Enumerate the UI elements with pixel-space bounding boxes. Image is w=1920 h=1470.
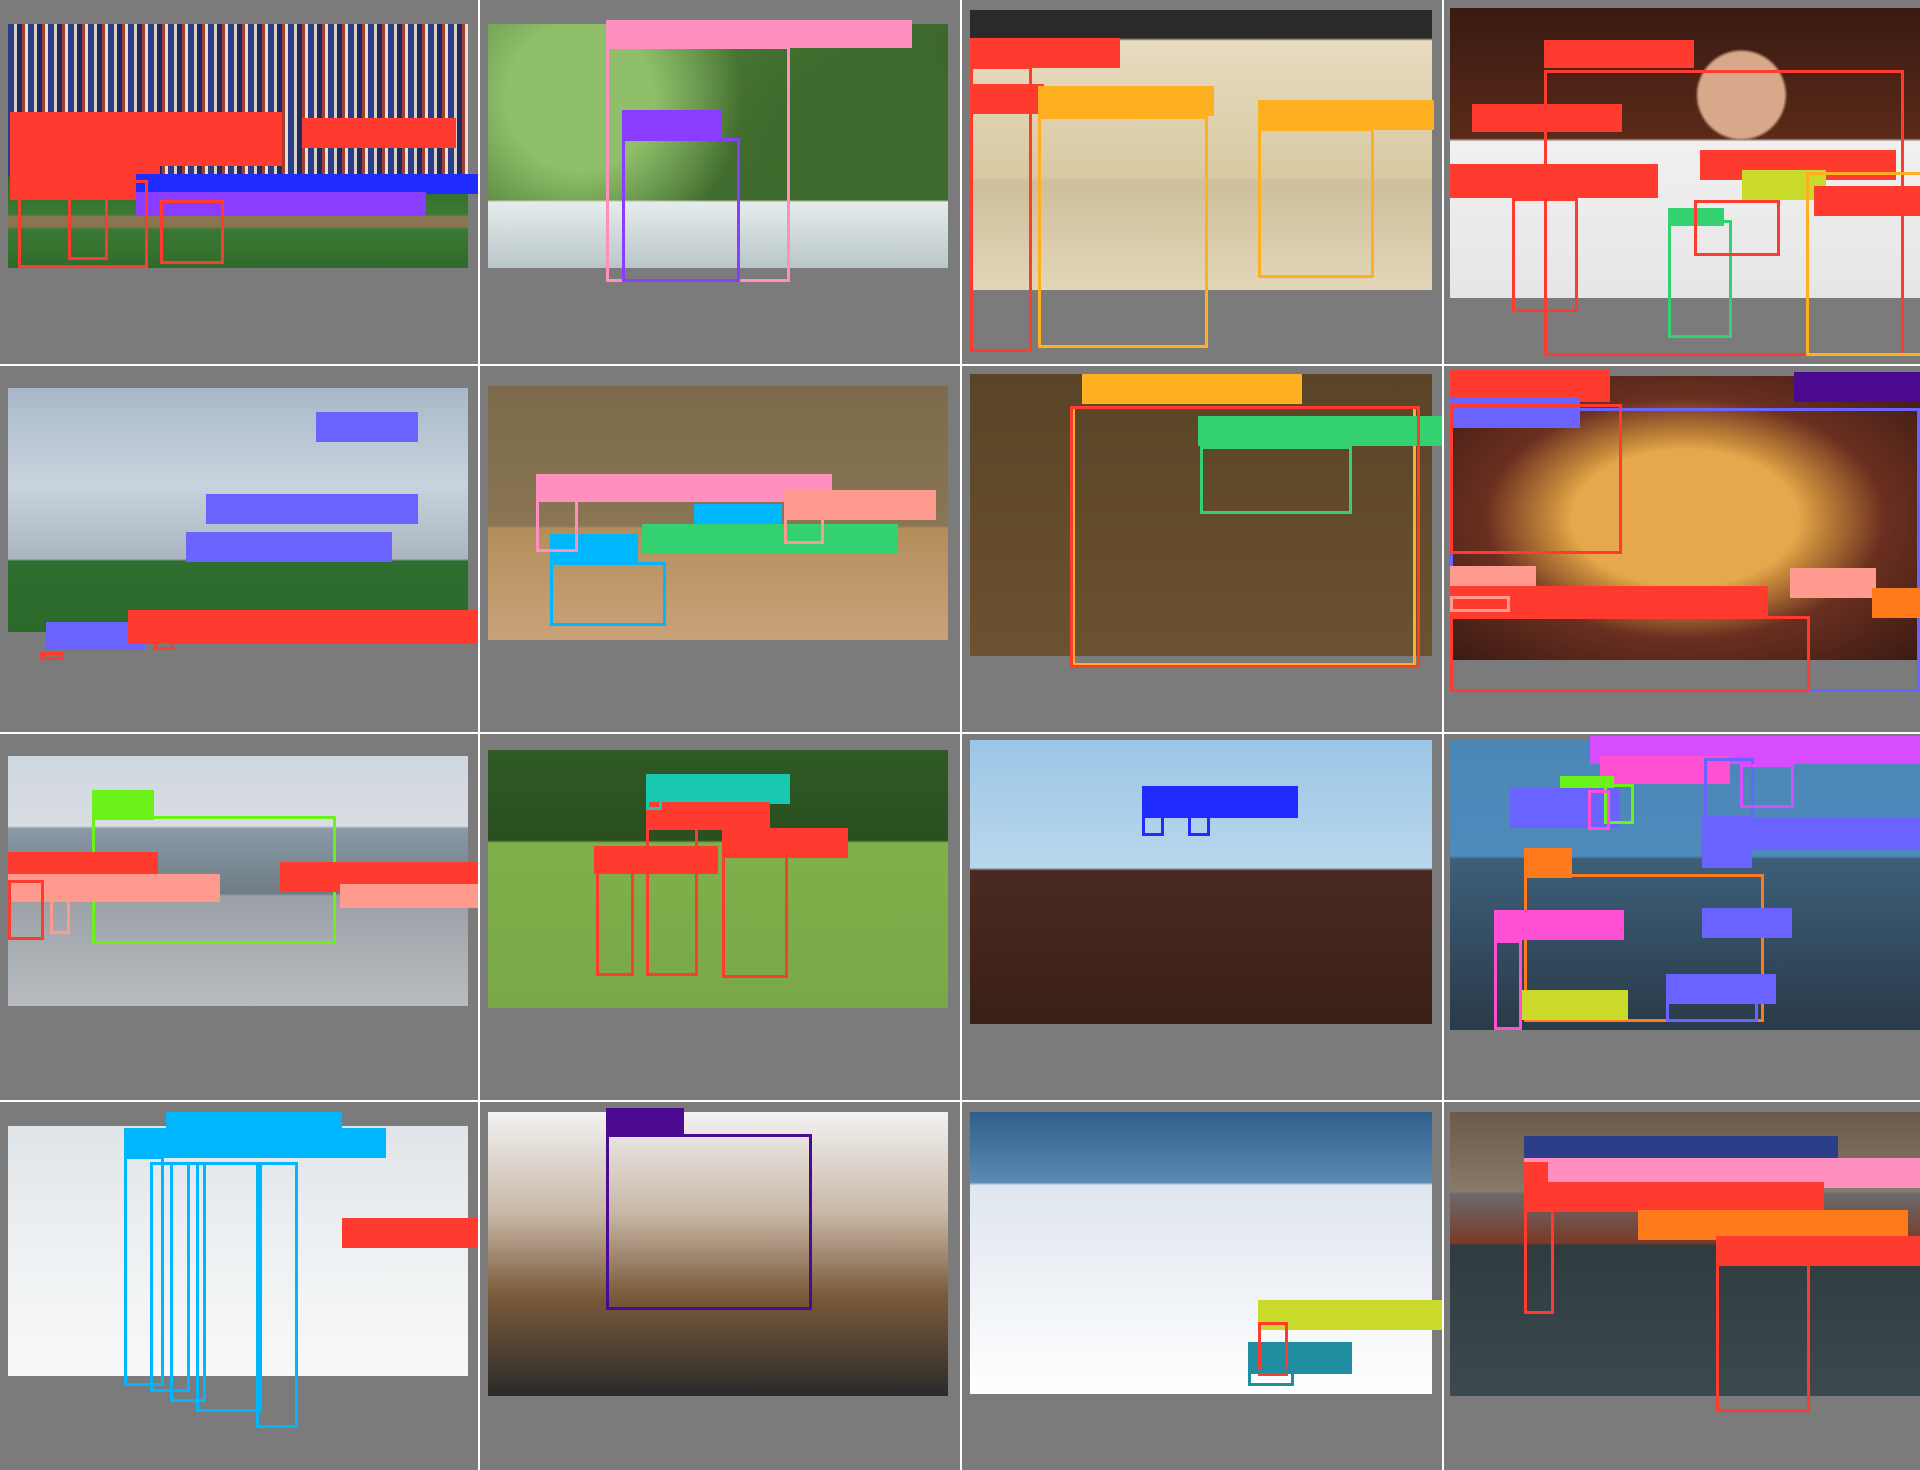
annotation-label-bar — [1142, 786, 1298, 818]
bounding-box — [596, 870, 634, 976]
bounding-box — [1450, 404, 1622, 554]
annotation-label-bar — [1702, 834, 1752, 868]
bounding-box — [160, 200, 224, 264]
bounding-box — [646, 798, 662, 810]
panel-bus — [0, 734, 478, 1100]
bounding-box — [1070, 406, 1420, 668]
bounding-box — [1248, 1370, 1294, 1386]
bounding-box — [1450, 616, 1810, 692]
panel-pizza — [1444, 366, 1920, 732]
annotation-label-bar — [1524, 1182, 1824, 1212]
bounding-box — [1450, 596, 1510, 612]
bounding-box — [1524, 1192, 1554, 1314]
bounding-box — [154, 638, 174, 650]
bounding-box — [536, 498, 578, 552]
photo — [970, 740, 1432, 1024]
annotation-label-bar — [970, 38, 1120, 68]
bounding-box — [722, 854, 788, 978]
panel-flower-vase — [480, 0, 960, 364]
annotation-label-bar — [622, 110, 722, 138]
image-grid — [0, 0, 1920, 1470]
annotation-label-bar — [1790, 568, 1876, 598]
annotation-label-bar — [1814, 186, 1920, 216]
annotation-label-bar — [342, 1218, 478, 1248]
bounding-box — [196, 1162, 262, 1412]
bounding-box — [256, 1162, 298, 1428]
annotation-label-bar — [1494, 910, 1624, 940]
bounding-box — [550, 562, 666, 626]
annotation-label-bar — [124, 1128, 386, 1158]
annotation-label-bar — [646, 774, 790, 804]
bounding-box — [1188, 814, 1210, 836]
panel-laptop — [962, 366, 1442, 732]
bounding-box — [622, 138, 740, 282]
panel-giraffes — [962, 0, 1442, 364]
photo — [970, 1112, 1432, 1394]
annotation-label-bar — [316, 412, 418, 442]
annotation-label-bar — [1702, 908, 1792, 938]
annotation-label-bar — [606, 1108, 684, 1136]
bounding-box — [1666, 1000, 1758, 1022]
annotation-label-bar — [1038, 86, 1214, 116]
bounding-box — [1588, 790, 1610, 830]
bounding-box — [646, 824, 698, 976]
annotation-label-bar — [10, 140, 282, 166]
bounding-box — [8, 880, 44, 940]
bounding-box — [1740, 764, 1794, 808]
annotation-label-bar — [302, 118, 456, 148]
annotation-label-bar — [1522, 990, 1628, 1020]
annotation-label-bar — [606, 20, 912, 48]
annotation-label-bar — [1794, 372, 1920, 402]
bounding-box — [1038, 116, 1208, 348]
bounding-box — [606, 1134, 812, 1310]
panel-room-sink — [480, 366, 960, 732]
bounding-box — [1716, 1238, 1810, 1412]
panel-clock-tower — [962, 734, 1442, 1100]
annotation-label-bar — [1082, 374, 1302, 404]
bounding-box — [68, 196, 108, 260]
annotation-label-bar — [136, 174, 478, 194]
annotation-label-bar — [186, 532, 392, 562]
bounding-box — [1512, 198, 1578, 312]
bounding-box — [784, 516, 824, 544]
annotation-label-bar — [1524, 1162, 1548, 1192]
bounding-box — [1494, 940, 1522, 1030]
panel-desk-computer — [1444, 734, 1920, 1100]
panel-snowboards — [0, 1102, 478, 1470]
annotation-label-bar — [206, 494, 418, 524]
panel-baseball-game — [0, 0, 478, 364]
annotation-label-bar — [642, 524, 898, 554]
panel-frisbee-players — [480, 734, 960, 1100]
annotation-label-bar — [1472, 104, 1622, 132]
annotation-label-bar — [128, 610, 478, 644]
panel-smiling-man — [1444, 0, 1920, 364]
annotation-label-bar — [1872, 588, 1920, 618]
panel-tennis-court — [1444, 1102, 1920, 1470]
bounding-box — [40, 652, 64, 660]
bounding-box — [1258, 128, 1374, 278]
panel-field-sky — [0, 366, 478, 732]
annotation-label-bar — [340, 884, 478, 908]
bounding-box — [1142, 814, 1164, 836]
bounding-box — [50, 894, 70, 934]
bounding-box — [1694, 200, 1780, 256]
annotation-label-bar — [1544, 40, 1694, 68]
bounding-box — [970, 66, 1032, 352]
annotation-label-bar — [10, 112, 282, 142]
panel-dog-shoes — [480, 1102, 960, 1470]
panel-snow-mountain — [962, 1102, 1442, 1470]
bounding-box — [1258, 1322, 1288, 1376]
annotation-label-bar — [1258, 100, 1434, 130]
annotation-label-bar — [1450, 164, 1658, 198]
